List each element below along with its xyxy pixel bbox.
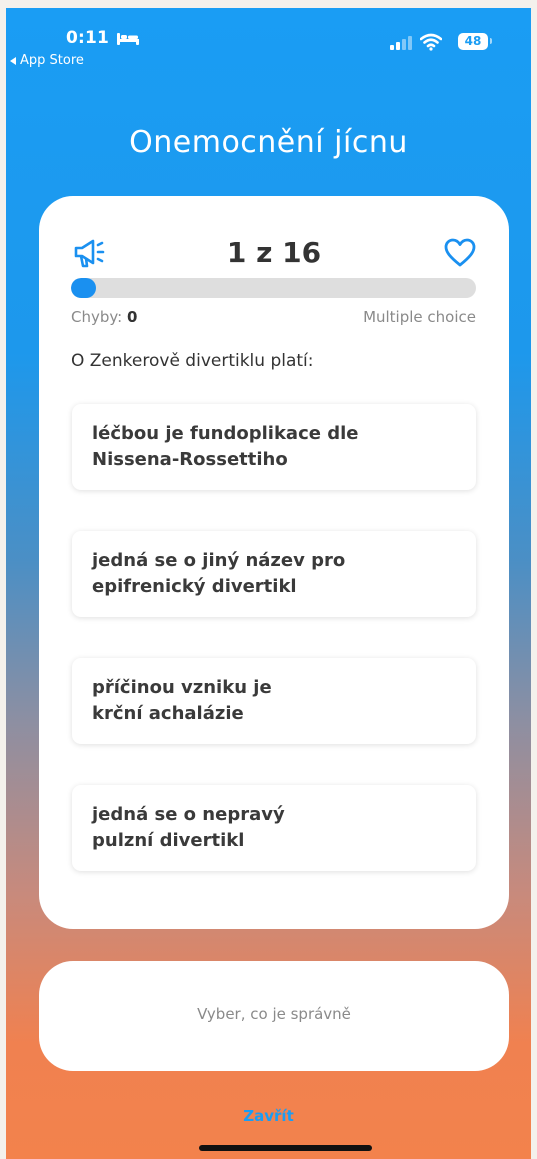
answer-line: Nissena-Rossettiho — [92, 449, 288, 470]
app-screen: 0:11 App Store 48 Onemocnění jícnu 1 z 1 — [6, 8, 531, 1159]
progress-bar — [71, 278, 476, 298]
hint-panel: Vyber, co je správně — [39, 961, 509, 1071]
question-type: Multiple choice — [363, 308, 476, 326]
progress-fill — [71, 278, 97, 298]
wifi-icon — [420, 33, 442, 51]
home-indicator[interactable] — [199, 1145, 372, 1151]
heart-icon[interactable] — [444, 238, 476, 268]
answer-option-1[interactable]: léčbou je fundoplikace dle Nissena-Rosse… — [72, 404, 476, 490]
battery-nub — [490, 38, 492, 44]
question-text: O Zenkerově divertiklu platí: — [71, 351, 314, 371]
answer-option-4[interactable]: jedná se o nepravý pulzní divertikl — [72, 785, 476, 871]
answer-line: krční achalázie — [92, 703, 244, 724]
quiz-card: 1 z 16 Chyby: 0 Multiple choice O Zenker… — [39, 196, 509, 929]
errors-counter: Chyby: 0 — [71, 308, 137, 326]
back-to-app-store[interactable]: App Store — [10, 53, 84, 68]
answer-line: epifrenický divertikl — [92, 576, 297, 597]
hint-text: Vyber, co je správně — [197, 1005, 351, 1023]
back-app-label: App Store — [20, 53, 84, 68]
answer-line: léčbou je fundoplikace dle — [92, 423, 359, 444]
answer-list: léčbou je fundoplikace dle Nissena-Rosse… — [72, 404, 476, 912]
answer-option-2[interactable]: jedná se o jiný název pro epifrenický di… — [72, 531, 476, 617]
battery-indicator: 48 — [458, 33, 488, 50]
answer-option-3[interactable]: příčinou vzniku je krční achalázie — [72, 658, 476, 744]
back-arrow-icon — [10, 56, 16, 65]
errors-count: 0 — [127, 308, 138, 326]
answer-line: jedná se o jiný název pro — [92, 550, 346, 571]
errors-label: Chyby: — [71, 308, 123, 326]
answer-line: pulzní divertikl — [92, 830, 245, 851]
page-title: Onemocnění jícnu — [129, 125, 408, 160]
answer-line: příčinou vzniku je — [92, 677, 272, 698]
bed-icon — [117, 33, 139, 45]
status-time: 0:11 — [66, 28, 110, 48]
close-button[interactable]: Zavřít — [6, 1107, 531, 1125]
answer-line: jedná se o nepravý — [92, 804, 285, 825]
question-counter: 1 z 16 — [226, 236, 322, 269]
signal-icon — [390, 36, 412, 50]
